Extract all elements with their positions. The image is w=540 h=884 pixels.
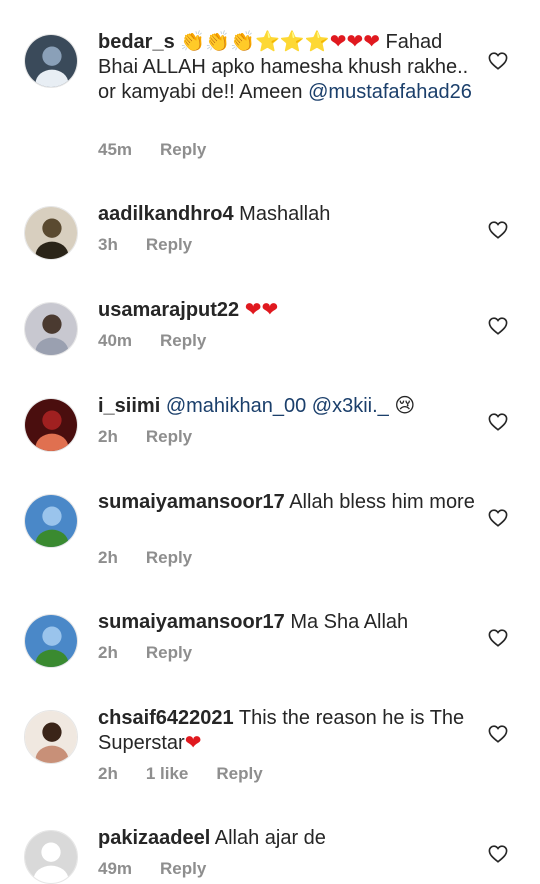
- comment-timestamp: 2h: [98, 643, 118, 662]
- comment-timestamp: 2h: [98, 548, 118, 567]
- comment-text: sumaiyamansoor17 Ma Sha Allah: [98, 610, 478, 635]
- comment-timestamp: 40m: [98, 331, 133, 350]
- comment-body: Allah ajar de: [210, 827, 326, 849]
- heart-outline-icon[interactable]: [488, 629, 508, 647]
- avatar[interactable]: [24, 830, 78, 884]
- comment-username[interactable]: usamarajput22: [98, 299, 239, 321]
- comment-username[interactable]: chsaif6422021: [98, 707, 234, 729]
- heart-outline-icon[interactable]: [488, 413, 508, 431]
- comment-meta: 3h Reply: [98, 235, 192, 255]
- comment-body: Allah bless him more: [284, 491, 475, 513]
- reply-button[interactable]: Reply: [146, 643, 192, 663]
- comment-meta: 2h Reply: [98, 427, 192, 447]
- comment-meta: 2h Reply: [98, 643, 192, 663]
- mention-link[interactable]: @mahikhan_00: [166, 395, 306, 417]
- comment-text: usamarajput22 ❤❤: [98, 298, 478, 323]
- like-count[interactable]: 1 like: [146, 764, 189, 784]
- comment-meta: 2h 1 like Reply: [98, 764, 263, 784]
- comment-body: Ma Sha Allah: [284, 611, 409, 633]
- comment-username[interactable]: sumaiyamansoor17: [98, 611, 285, 633]
- comment-body: 👏👏👏⭐⭐⭐: [174, 31, 330, 53]
- reply-button[interactable]: Reply: [146, 427, 192, 447]
- avatar[interactable]: [24, 398, 78, 452]
- avatar[interactable]: [24, 206, 78, 260]
- comment-text: i_siimi @mahikhan_00 @x3kii._ 😢: [98, 394, 478, 419]
- heart-outline-icon[interactable]: [488, 52, 508, 70]
- heart-emoji: ❤❤: [244, 299, 279, 321]
- comment-username[interactable]: bedar_s: [98, 31, 175, 53]
- comment-timestamp: 3h: [98, 235, 118, 254]
- comment-text: aadilkandhro4 Mashallah: [98, 202, 478, 227]
- comment-meta: 2h Reply: [98, 548, 192, 568]
- heart-outline-icon[interactable]: [488, 221, 508, 239]
- reply-button[interactable]: Reply: [216, 764, 262, 784]
- comment-body: Mashallah: [233, 203, 331, 225]
- comment-timestamp: 49m: [98, 859, 133, 878]
- avatar[interactable]: [24, 494, 78, 548]
- comment-text: pakizaadeel Allah ajar de: [98, 826, 478, 851]
- mention-link[interactable]: @x3kii._: [312, 395, 389, 417]
- comment-body: 😢: [388, 395, 416, 417]
- avatar[interactable]: [24, 614, 78, 668]
- reply-button[interactable]: Reply: [160, 331, 206, 351]
- reply-button[interactable]: Reply: [146, 235, 192, 255]
- comment-meta: 49m Reply: [98, 859, 206, 879]
- heart-emoji: ❤: [184, 732, 202, 754]
- comment-timestamp: 2h: [98, 427, 118, 446]
- comment-text: chsaif6422021 This the reason he is The …: [98, 706, 478, 756]
- comment-text: bedar_s 👏👏👏⭐⭐⭐❤❤❤ Fahad Bhai ALLAH apko …: [98, 30, 478, 105]
- comment-username[interactable]: i_siimi: [98, 395, 160, 417]
- comment-meta: 40m Reply: [98, 331, 206, 351]
- avatar[interactable]: [24, 302, 78, 356]
- heart-outline-icon[interactable]: [488, 725, 508, 743]
- reply-button[interactable]: Reply: [146, 548, 192, 568]
- comment-username[interactable]: pakizaadeel: [98, 827, 210, 849]
- comment-username[interactable]: aadilkandhro4: [98, 203, 234, 225]
- avatar[interactable]: [24, 34, 78, 88]
- heart-outline-icon[interactable]: [488, 509, 508, 527]
- mention-link[interactable]: @mustafafahad26: [308, 81, 472, 103]
- comment-text: sumaiyamansoor17 Allah bless him more: [98, 490, 478, 515]
- comment-timestamp: 45m: [98, 140, 133, 159]
- heart-outline-icon[interactable]: [488, 317, 508, 335]
- heart-outline-icon[interactable]: [488, 845, 508, 863]
- comment-meta: 45m Reply: [98, 140, 206, 160]
- avatar[interactable]: [24, 710, 78, 764]
- heart-emoji: ❤❤❤: [329, 31, 380, 53]
- comment-username[interactable]: sumaiyamansoor17: [98, 491, 285, 513]
- reply-button[interactable]: Reply: [160, 140, 206, 160]
- comment-timestamp: 2h: [98, 764, 118, 783]
- reply-button[interactable]: Reply: [160, 859, 206, 879]
